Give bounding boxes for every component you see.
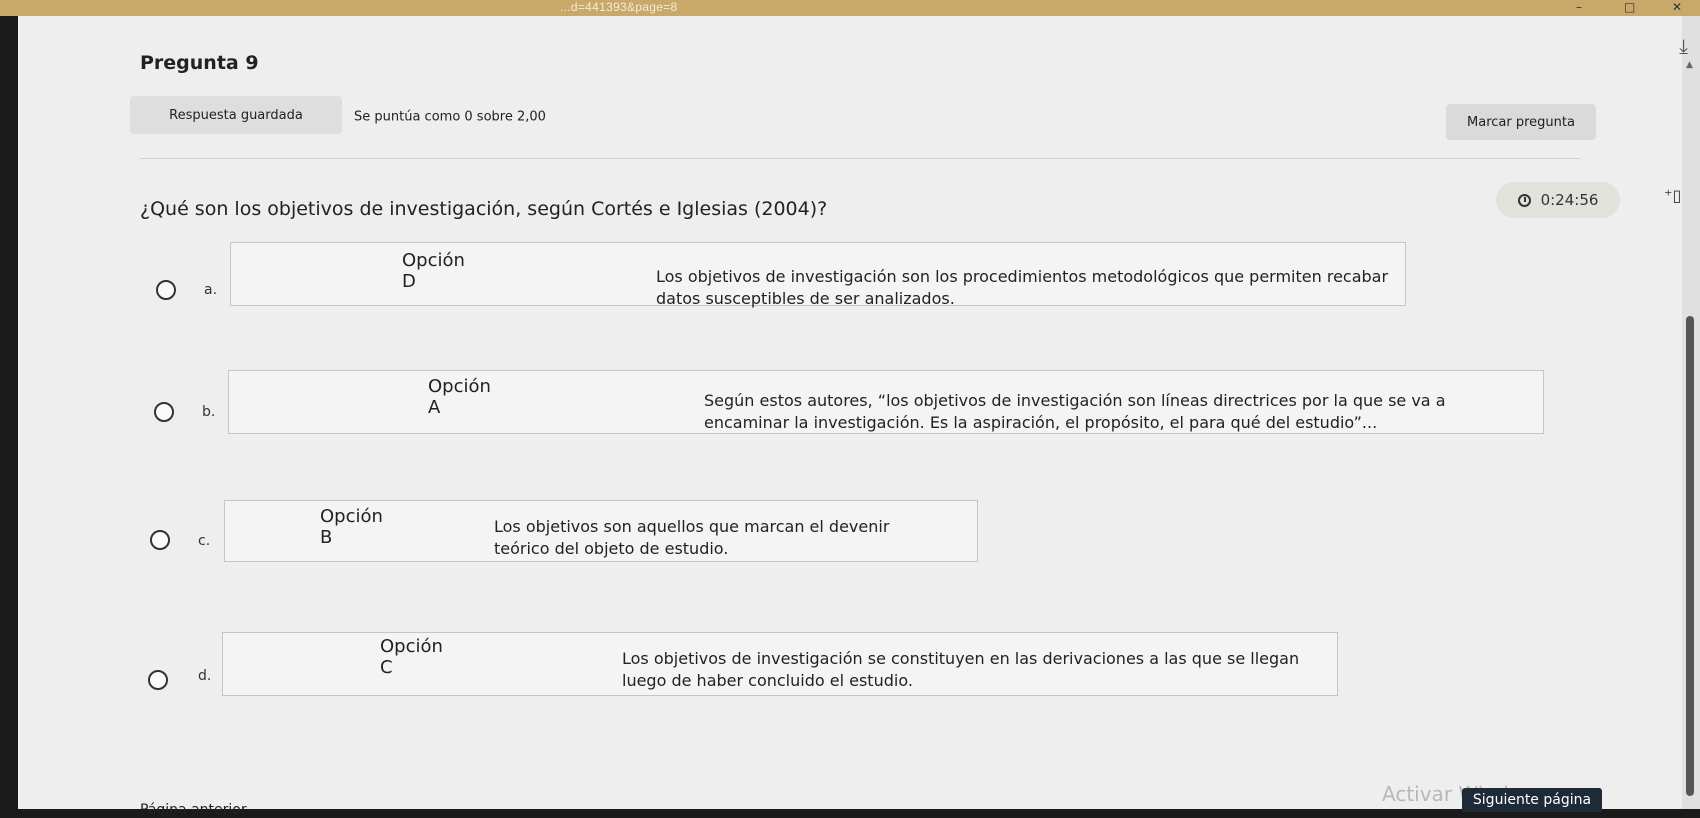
minimize-icon[interactable]: – bbox=[1576, 0, 1582, 14]
radio-d[interactable] bbox=[148, 670, 168, 690]
option-letter: b. bbox=[202, 404, 216, 420]
status-badge: Respuesta guardada bbox=[130, 96, 342, 134]
option-label: Opción A bbox=[428, 376, 491, 418]
option-text: Según estos autores, “los objetivos de i… bbox=[704, 391, 1446, 432]
radio-c[interactable] bbox=[150, 530, 170, 550]
option-text: Los objetivos de investigación son los p… bbox=[656, 267, 1389, 308]
close-icon[interactable]: ✕ bbox=[1672, 0, 1682, 14]
scroll-thumb[interactable] bbox=[1686, 316, 1694, 796]
score-text: Se puntúa como 0 sobre 2,00 bbox=[354, 109, 546, 125]
previous-page-link[interactable]: Página anterior bbox=[140, 802, 247, 818]
timer-value: 0:24:56 bbox=[1540, 191, 1599, 209]
option-letter: c. bbox=[198, 533, 211, 549]
question-title: Pregunta 9 bbox=[140, 52, 259, 74]
flag-question-button[interactable]: Marcar pregunta bbox=[1446, 104, 1596, 140]
option-text: Los objetivos son aquellos que marcan el… bbox=[494, 517, 890, 558]
maximize-icon[interactable]: □ bbox=[1624, 0, 1635, 14]
clock-icon bbox=[1517, 193, 1531, 207]
browser-top-bar: ...d=441393&page=8 – □ ✕ bbox=[0, 0, 1700, 16]
option-letter: d. bbox=[198, 668, 212, 684]
option-letter: a. bbox=[204, 282, 218, 298]
option-label: Opción C bbox=[380, 636, 443, 678]
quiz-page: Pregunta 9 Respuesta guardada Se puntúa … bbox=[18, 16, 1682, 818]
option-label: Opción D bbox=[402, 250, 465, 292]
quiz-timer: 0:24:56 bbox=[1496, 182, 1620, 218]
radio-b[interactable] bbox=[154, 402, 174, 422]
scrollbar[interactable]: ▲ bbox=[1682, 16, 1700, 809]
hide-icon[interactable]: ⁺▯ bbox=[1664, 186, 1681, 205]
browser-viewport: Pregunta 9 Respuesta guardada Se puntúa … bbox=[18, 16, 1700, 818]
divider bbox=[140, 158, 1580, 159]
option-label: Opción B bbox=[320, 506, 383, 548]
radio-a[interactable] bbox=[156, 280, 176, 300]
url-fragment: ...d=441393&page=8 bbox=[560, 0, 678, 14]
next-page-button[interactable]: Siguiente página bbox=[1462, 788, 1602, 812]
download-icon[interactable]: ⤓ bbox=[1679, 34, 1688, 58]
scroll-up-icon[interactable]: ▲ bbox=[1686, 60, 1693, 70]
question-text: ¿Qué son los objetivos de investigación,… bbox=[140, 198, 828, 220]
option-text: Los objetivos de investigación se consti… bbox=[622, 649, 1300, 690]
